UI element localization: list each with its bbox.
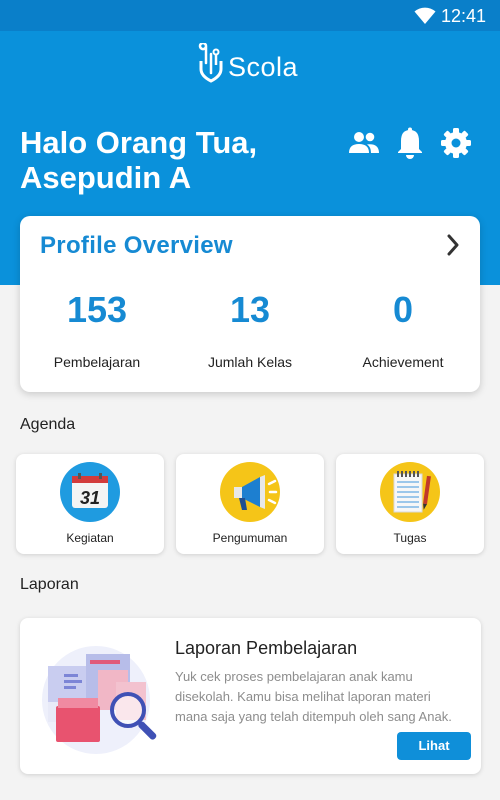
- app-logo: Scola: [198, 41, 308, 85]
- agenda-pengumuman-card[interactable]: Pengumuman: [176, 454, 324, 554]
- stat-pembelajaran: 153 Pembelajaran: [22, 286, 172, 370]
- chevron-right-icon[interactable]: [446, 234, 460, 261]
- calendar-number: 31: [80, 488, 100, 508]
- agenda-label: Tugas: [393, 531, 427, 545]
- gear-icon[interactable]: [440, 127, 472, 164]
- greeting-line-1: Halo Orang Tua,: [20, 125, 258, 160]
- people-icon[interactable]: [348, 131, 380, 160]
- bell-icon[interactable]: [396, 127, 424, 164]
- agenda-section-label: Agenda: [20, 416, 76, 433]
- agenda-kegiatan-card[interactable]: 31 Kegiatan: [16, 454, 164, 554]
- greeting-name: Asepudin A: [20, 160, 192, 195]
- stat-label: Achievement: [362, 354, 444, 370]
- stat-achievement: 0 Achievement: [328, 286, 478, 370]
- notebook-icon: [380, 462, 440, 522]
- stat-value: 0: [392, 289, 414, 330]
- laporan-card-title: Laporan Pembelajaran: [175, 638, 358, 658]
- laporan-section-label: Laporan: [20, 576, 79, 593]
- lihat-button[interactable]: Lihat: [397, 732, 471, 760]
- profile-overview-card[interactable]: Profile Overview 153 Pembelajaran 13 Jum…: [20, 216, 480, 392]
- header-actions: [348, 127, 472, 164]
- megaphone-icon: [220, 462, 280, 522]
- report-illustration-icon: [38, 636, 168, 756]
- laporan-card-description: Yuk cek proses pembelajaran anak kamu di…: [175, 669, 452, 724]
- stat-jumlah-kelas: 13 Jumlah Kelas: [175, 286, 325, 370]
- stat-label: Jumlah Kelas: [207, 354, 293, 370]
- app-name: Scola: [228, 52, 299, 82]
- stat-value: 153: [66, 289, 128, 330]
- greeting: Halo Orang Tua, Asepudin A: [20, 125, 320, 195]
- agenda-label: Pengumuman: [212, 531, 288, 545]
- status-time: 12:41: [440, 6, 486, 26]
- laporan-pembelajaran-card[interactable]: Laporan Pembelajaran Yuk cek proses pemb…: [20, 618, 481, 774]
- status-bar: 12:41: [0, 0, 500, 31]
- stat-label: Pembelajaran: [53, 354, 141, 370]
- profile-overview-title: Profile Overview: [40, 232, 233, 259]
- wifi-icon: [414, 7, 436, 30]
- agenda-tugas-card[interactable]: Tugas: [336, 454, 484, 554]
- scola-logo-icon: [198, 41, 226, 90]
- calendar-icon: 31: [60, 462, 120, 522]
- agenda-label: Kegiatan: [66, 531, 114, 545]
- stat-value: 13: [229, 289, 271, 330]
